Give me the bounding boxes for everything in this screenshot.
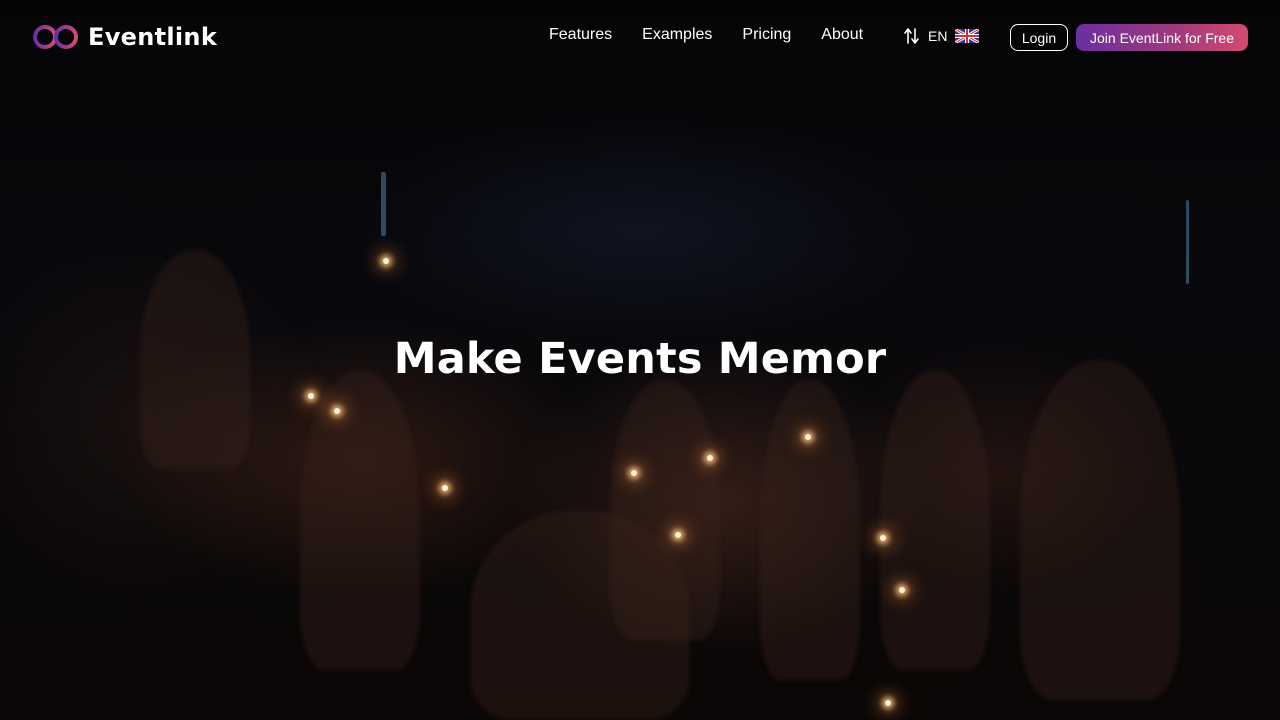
sparkler <box>899 587 905 593</box>
swap-arrows-icon <box>904 28 919 44</box>
sparkler <box>707 455 713 461</box>
language-code: EN <box>928 28 948 44</box>
sparkler <box>631 470 637 476</box>
infinity-ring-logo-icon <box>33 25 78 49</box>
crowd-silhouette <box>760 380 860 680</box>
sparkler <box>885 700 891 706</box>
sparkler <box>334 408 340 414</box>
crowd-silhouette <box>880 370 990 670</box>
login-button[interactable]: Login <box>1010 24 1068 51</box>
hero-headline: Make Events Memor <box>393 334 887 384</box>
uk-flag-icon <box>955 29 980 43</box>
nav-link-features[interactable]: Features <box>549 26 612 44</box>
sparkler <box>805 434 811 440</box>
brand-name: Eventlink <box>88 23 218 51</box>
crowd-silhouette <box>1020 360 1180 700</box>
crowd-silhouette <box>470 510 690 720</box>
sparkler <box>442 485 448 491</box>
crowd-silhouette <box>300 370 420 670</box>
sparkler <box>383 258 389 264</box>
nav-links: Features Examples Pricing About <box>549 26 863 44</box>
brand-logo[interactable]: Eventlink <box>32 22 217 52</box>
nav-link-pricing[interactable]: Pricing <box>742 26 791 44</box>
nav-link-about[interactable]: About <box>821 26 863 44</box>
language-switcher[interactable]: EN <box>904 27 980 45</box>
nav-link-examples[interactable]: Examples <box>642 26 712 44</box>
sparkler <box>675 532 681 538</box>
light-streak <box>381 172 386 236</box>
sparkler <box>880 535 886 541</box>
light-streak <box>1186 200 1189 284</box>
hero-section: Eventlink Features Examples Pricing Abou… <box>0 0 1280 720</box>
sparkler <box>308 393 314 399</box>
join-free-button[interactable]: Join EventLink for Free <box>1076 24 1248 51</box>
top-navbar: Eventlink Features Examples Pricing Abou… <box>0 0 1280 76</box>
